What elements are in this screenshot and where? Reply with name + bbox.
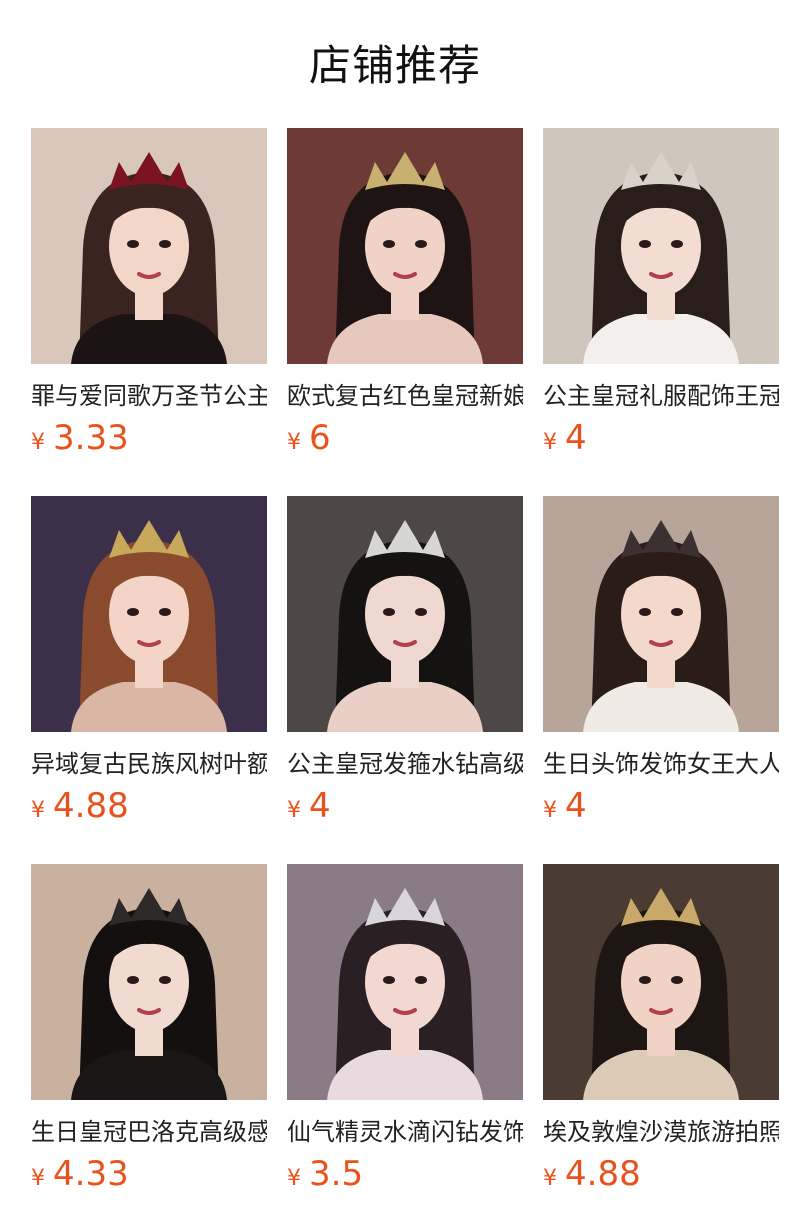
product-card[interactable]: 异域复古民族风树叶额饰 ¥4.88 xyxy=(31,496,267,826)
product-image[interactable] xyxy=(31,496,267,732)
product-name[interactable]: 生日皇冠巴洛克高级感 xyxy=(31,1115,267,1149)
product-name[interactable]: 仙气精灵水滴闪钻发饰 xyxy=(287,1115,523,1149)
product-card[interactable]: 生日皇冠巴洛克高级感 ¥4.33 xyxy=(31,864,267,1194)
price-value: 6 xyxy=(309,418,331,458)
product-price: ¥4.88 xyxy=(31,784,129,828)
product-image[interactable] xyxy=(543,496,779,732)
price-value: 4.88 xyxy=(53,786,129,826)
currency-symbol: ¥ xyxy=(287,430,301,455)
price-value: 3.33 xyxy=(53,418,129,458)
product-price: ¥4 xyxy=(543,416,587,460)
product-card[interactable]: 欧式复古红色皇冠新娘头饰 ¥6 xyxy=(287,128,523,458)
product-price: ¥4 xyxy=(287,784,331,828)
product-image[interactable] xyxy=(287,496,523,732)
currency-symbol: ¥ xyxy=(543,1166,557,1191)
product-price: ¥3.5 xyxy=(287,1152,363,1196)
currency-symbol: ¥ xyxy=(31,430,45,455)
currency-symbol: ¥ xyxy=(287,1166,301,1191)
product-name[interactable]: 罪与爱同歌万圣节公主皇冠 xyxy=(31,379,267,413)
product-image[interactable] xyxy=(31,128,267,364)
currency-symbol: ¥ xyxy=(543,798,557,823)
price-value: 3.5 xyxy=(309,1154,364,1194)
product-price: ¥4.88 xyxy=(543,1152,641,1196)
currency-symbol: ¥ xyxy=(31,798,45,823)
shop-recommendations-page: 店铺推荐 罪与爱同歌万圣节公主皇冠 ¥3.33 欧式复古红色皇冠新娘头饰 ¥6 … xyxy=(0,0,790,1232)
product-image[interactable] xyxy=(287,864,523,1100)
product-card[interactable]: 罪与爱同歌万圣节公主皇冠 ¥3.33 xyxy=(31,128,267,458)
product-image[interactable] xyxy=(31,864,267,1100)
currency-symbol: ¥ xyxy=(31,1166,45,1191)
product-price: ¥3.33 xyxy=(31,416,129,460)
product-card[interactable]: 公主皇冠礼服配饰王冠 ¥4 xyxy=(543,128,779,458)
product-card[interactable]: 生日头饰发饰女王大人 ¥4 xyxy=(543,496,779,826)
product-name[interactable]: 公主皇冠礼服配饰王冠 xyxy=(543,379,779,413)
page-title: 店铺推荐 xyxy=(308,41,481,90)
product-price: ¥4 xyxy=(543,784,587,828)
price-value: 4 xyxy=(565,418,587,458)
product-card[interactable]: 埃及敦煌沙漠旅游拍照头饰 ¥4.88 xyxy=(543,864,779,1194)
product-card[interactable]: 仙气精灵水滴闪钻发饰 ¥3.5 xyxy=(287,864,523,1194)
product-image[interactable] xyxy=(543,128,779,364)
product-image[interactable] xyxy=(543,864,779,1100)
product-name[interactable]: 异域复古民族风树叶额饰 xyxy=(31,747,267,781)
product-image[interactable] xyxy=(287,128,523,364)
price-value: 4 xyxy=(565,786,587,826)
product-card[interactable]: 公主皇冠发箍水钻高级感 ¥4 xyxy=(287,496,523,826)
product-name[interactable]: 公主皇冠发箍水钻高级感 xyxy=(287,747,523,781)
product-name[interactable]: 埃及敦煌沙漠旅游拍照头饰 xyxy=(543,1115,779,1149)
product-name[interactable]: 欧式复古红色皇冠新娘头饰 xyxy=(287,379,523,413)
currency-symbol: ¥ xyxy=(287,798,301,823)
product-price: ¥6 xyxy=(287,416,331,460)
price-value: 4.33 xyxy=(53,1154,129,1194)
price-value: 4 xyxy=(309,786,331,826)
price-value: 4.88 xyxy=(565,1154,641,1194)
product-name[interactable]: 生日头饰发饰女王大人 xyxy=(543,747,779,781)
product-price: ¥4.33 xyxy=(31,1152,129,1196)
currency-symbol: ¥ xyxy=(543,430,557,455)
